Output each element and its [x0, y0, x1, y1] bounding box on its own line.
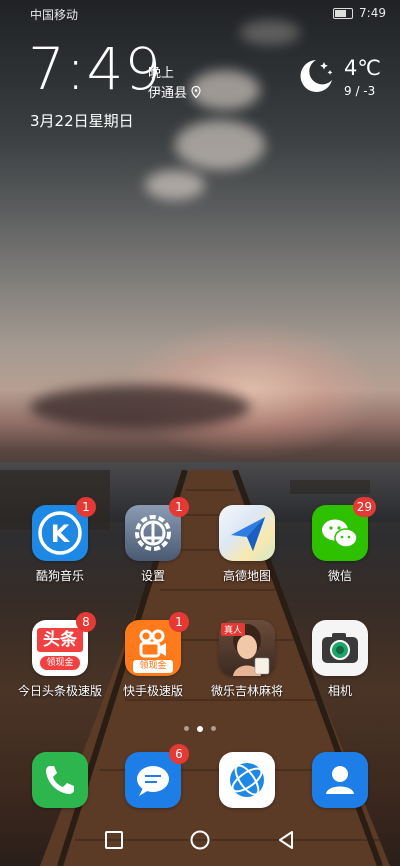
notification-badge: 1 [169, 612, 189, 632]
kuaishou-cash-tag: 领现金 [133, 660, 173, 673]
amap-icon [219, 505, 275, 561]
dock-contacts[interactable] [295, 752, 385, 808]
camera-icon [312, 620, 368, 676]
moon-stars-icon[interactable] [294, 54, 338, 98]
app-label: 相机 [327, 684, 352, 698]
battery-icon [333, 7, 354, 19]
kugou-music-icon: K 1 [32, 497, 96, 561]
app-mahjong[interactable]: 真人 微乐吉林麻将 [202, 620, 292, 699]
svg-text:K: K [51, 520, 71, 548]
browser-icon [219, 752, 275, 808]
wallpaper-cloud [175, 120, 265, 170]
wallpaper-cloud [145, 170, 205, 200]
wallpaper-dark-cloud [30, 385, 250, 430]
notification-badge: 8 [76, 612, 96, 632]
carrier-label: 中国移动 [30, 8, 79, 22]
home-icon[interactable] [188, 828, 212, 852]
toutiao-lite-icon: 头条 领现金 8 [32, 612, 96, 676]
location-pin-icon [191, 85, 201, 98]
app-kugou-music[interactable]: K 1 酷狗音乐 [15, 497, 105, 584]
messages-icon: 6 [125, 744, 189, 808]
page-dot[interactable] [184, 726, 189, 731]
wechat-icon: 29 [312, 497, 376, 561]
app-label: 今日头条极速版 [17, 684, 102, 698]
app-camera[interactable]: 相机 [295, 620, 385, 699]
app-label: 高德地图 [222, 569, 271, 583]
app-label: 酷狗音乐 [35, 569, 84, 583]
kuaishou-lite-icon: 领现金 1 [125, 612, 189, 676]
app-wechat[interactable]: 29 微信 [295, 497, 385, 584]
settings-gear-icon: 1 [125, 497, 189, 561]
back-icon[interactable] [274, 828, 298, 852]
location-label: 伊通县 [148, 86, 188, 101]
app-settings[interactable]: 1 设置 [108, 497, 198, 584]
app-toutiao-lite[interactable]: 头条 领现金 8 今日头条极速版 [15, 612, 105, 699]
mahjong-tag: 真人 [221, 623, 246, 636]
dock-messages[interactable]: 6 [108, 744, 198, 808]
clock-ampm: 晚上 [148, 66, 175, 81]
app-label: 快手极速版 [122, 684, 183, 698]
notification-badge: 29 [352, 497, 376, 517]
weather-range: 9 / -3 [344, 84, 376, 98]
weather-temperature: 4℃ [344, 56, 381, 80]
mahjong-game-icon: 真人 [219, 620, 275, 676]
navigation-bar [0, 820, 400, 866]
app-label: 微信 [327, 569, 352, 583]
notification-badge: 6 [169, 744, 189, 764]
dock-phone[interactable] [15, 752, 105, 808]
status-bar: 中国移动 7:49 [0, 0, 400, 28]
app-amap[interactable]: 高德地图 [202, 505, 292, 584]
dock-browser[interactable] [202, 752, 292, 808]
page-dot[interactable] [211, 726, 216, 731]
status-time: 7:49 [359, 6, 386, 20]
app-label: 设置 [140, 569, 165, 583]
toutiao-logo-text: 头条 [37, 628, 83, 652]
notification-badge: 1 [76, 497, 96, 517]
page-dot-active[interactable] [197, 726, 203, 732]
clock-time[interactable]: 7:49 [28, 40, 162, 98]
phone-icon [32, 752, 88, 808]
toutiao-cash-tag: 领现金 [40, 656, 80, 670]
clock-date: 3月22日星期日 [30, 112, 134, 130]
app-kuaishou-lite[interactable]: 领现金 1 快手极速版 [108, 612, 198, 699]
contacts-icon [312, 752, 368, 808]
clock-location: 伊通县 [148, 82, 201, 101]
notification-badge: 1 [169, 497, 189, 517]
page-indicator[interactable] [0, 726, 400, 732]
app-label: 微乐吉林麻将 [210, 684, 283, 698]
recent-apps-icon[interactable] [102, 828, 126, 852]
